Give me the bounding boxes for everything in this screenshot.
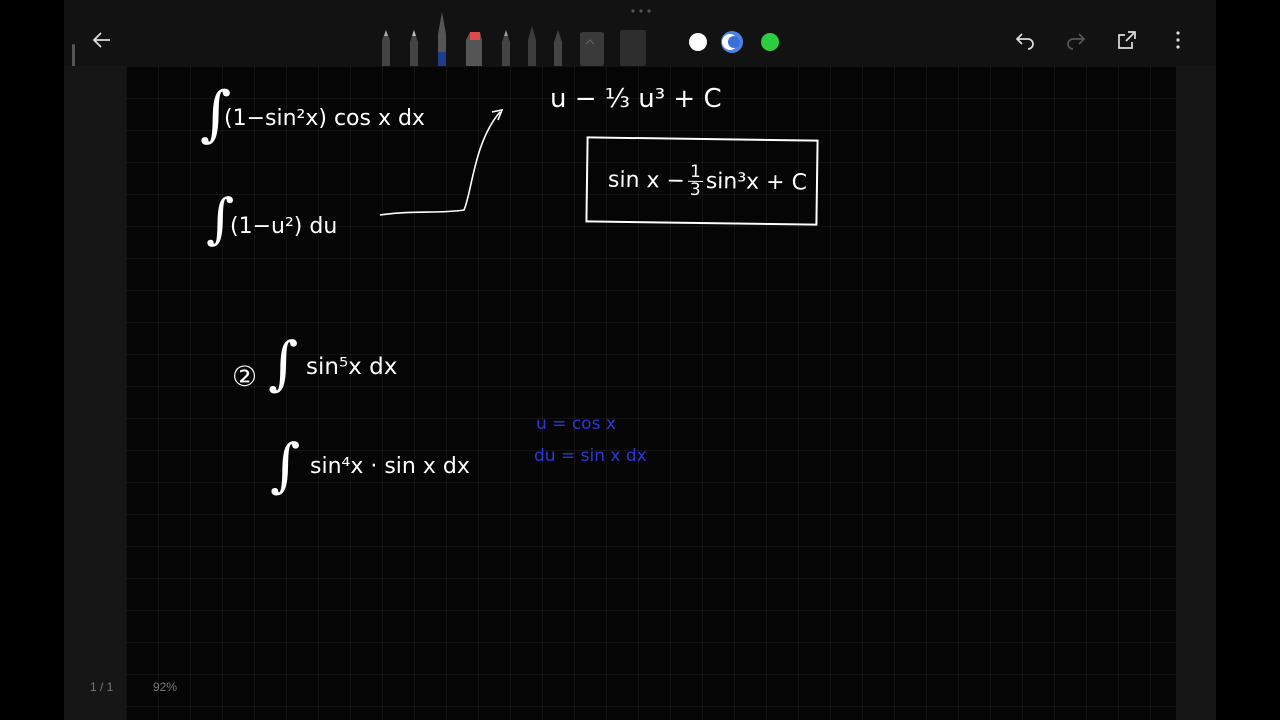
note-canvas[interactable]: ∫ (1−sin²x) cos x dx ∫ (1−u²) du u − ⅓ u… bbox=[126, 66, 1176, 720]
boxed-answer: sin x − 1 3 sin³x + C bbox=[607, 162, 808, 201]
substitution-u: u = cos x bbox=[536, 414, 616, 434]
toolbar bbox=[64, 0, 1216, 66]
pencil-tool[interactable] bbox=[382, 30, 390, 66]
pencil-tool-3[interactable] bbox=[502, 30, 510, 66]
ballpoint-pen-tool[interactable] bbox=[528, 26, 536, 66]
integral-sign-4: ∫ bbox=[270, 431, 301, 499]
status-bar: 1 / 1 92% bbox=[64, 680, 1216, 700]
page-indicator: 1 / 1 bbox=[90, 680, 114, 694]
expression-line-3: sin⁵x dx bbox=[306, 354, 398, 380]
highlighter-tool[interactable] bbox=[466, 32, 482, 66]
integral-sign-3: ∫ bbox=[268, 329, 299, 397]
pencil-tool-2[interactable] bbox=[410, 30, 418, 66]
undo-button[interactable] bbox=[1007, 22, 1043, 58]
back-button[interactable] bbox=[84, 22, 120, 58]
share-button[interactable] bbox=[1109, 22, 1145, 58]
eraser-tool[interactable] bbox=[580, 32, 604, 66]
fraction: 1 3 bbox=[687, 162, 704, 200]
redo-button[interactable] bbox=[1058, 22, 1094, 58]
right-margin bbox=[1176, 66, 1216, 720]
pencil-tool-4[interactable] bbox=[554, 30, 562, 66]
expression-line-4: sin⁴x · sin x dx bbox=[310, 454, 470, 479]
redo-icon bbox=[1067, 33, 1086, 50]
arrow-left-icon bbox=[92, 32, 110, 48]
fraction-denominator: 3 bbox=[689, 179, 701, 200]
result-expression: u − ⅓ u³ + C bbox=[550, 84, 722, 114]
fountain-pen-tool[interactable] bbox=[438, 12, 446, 66]
undo-icon bbox=[1015, 33, 1034, 50]
white-color-swatch[interactable] bbox=[689, 33, 707, 51]
problem-number: ② bbox=[232, 360, 258, 393]
tool-rack bbox=[382, 12, 646, 66]
blue-color-swatch[interactable] bbox=[721, 31, 743, 53]
more-icon bbox=[1176, 31, 1180, 49]
more-button[interactable] bbox=[1160, 22, 1196, 58]
share-icon bbox=[1118, 31, 1136, 49]
answer-box: sin x − 1 3 sin³x + C bbox=[585, 136, 819, 226]
zoom-indicator[interactable]: 92% bbox=[153, 680, 177, 694]
left-margin bbox=[64, 66, 126, 720]
substitution-du: du = sin x dx bbox=[534, 446, 647, 466]
boxed-answer-part1: sin x − bbox=[607, 167, 686, 194]
arrow-sketch bbox=[379, 108, 504, 216]
boxed-answer-part2: sin³x + C bbox=[705, 169, 808, 196]
marker-tool[interactable] bbox=[620, 30, 646, 66]
color-palette bbox=[689, 31, 779, 53]
notes-app: ∫ (1−sin²x) cos x dx ∫ (1−u²) du u − ⅓ u… bbox=[64, 0, 1216, 720]
expression-line-2: (1−u²) du bbox=[230, 214, 338, 239]
green-color-swatch[interactable] bbox=[761, 33, 779, 51]
